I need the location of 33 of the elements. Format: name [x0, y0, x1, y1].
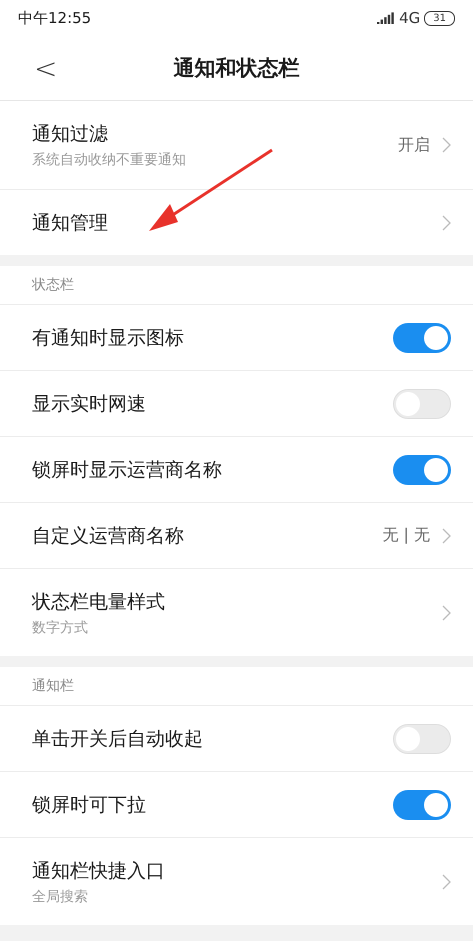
- toggle-switch[interactable]: [393, 322, 451, 352]
- setting-label[interactable]: 通知过滤: [32, 121, 398, 147]
- section-title: 通知栏: [32, 677, 74, 695]
- setting-label[interactable]: 单击开关后自动收起: [32, 726, 393, 752]
- chevron-icon: [442, 137, 451, 153]
- battery-level: 31: [424, 10, 455, 26]
- setting-label[interactable]: 显示实时网速: [32, 390, 393, 416]
- setting-label[interactable]: 锁屏时显示运营商名称: [32, 456, 393, 482]
- setting-label[interactable]: 自定义运营商名称: [32, 522, 382, 548]
- toggle-switch[interactable]: [393, 454, 451, 484]
- setting-label[interactable]: 有通知时显示图标: [32, 324, 393, 350]
- page-title: 通知和状态栏: [174, 55, 300, 82]
- row-value: 无 | 无: [382, 525, 430, 546]
- section-title: 状态栏: [32, 276, 74, 294]
- toggle-switch[interactable]: [393, 790, 451, 820]
- row-subtitle: 数字方式: [32, 618, 89, 636]
- row-subtitle: 系统自动收纳不重要通知: [32, 151, 187, 169]
- setting-label[interactable]: 通知栏快捷入口: [32, 858, 442, 884]
- toggle-switch[interactable]: [393, 724, 451, 754]
- setting-label[interactable]: 锁屏时可下拉: [32, 792, 393, 818]
- chevron-icon: [442, 874, 451, 890]
- row-value: 开启: [398, 134, 430, 156]
- back-button[interactable]: <: [30, 52, 62, 84]
- network-type: 4G: [399, 9, 420, 27]
- signal-icon: [377, 12, 396, 24]
- chevron-icon: [442, 214, 451, 230]
- setting-label[interactable]: 状态栏电量样式: [32, 588, 442, 614]
- row-subtitle: 全局搜索: [32, 888, 89, 906]
- setting-label[interactable]: 通知管理: [32, 210, 442, 236]
- chevron-icon: [442, 528, 451, 544]
- chevron-icon: [442, 604, 451, 620]
- status-time: 中午12:55: [18, 8, 92, 28]
- toggle-switch[interactable]: [393, 388, 451, 418]
